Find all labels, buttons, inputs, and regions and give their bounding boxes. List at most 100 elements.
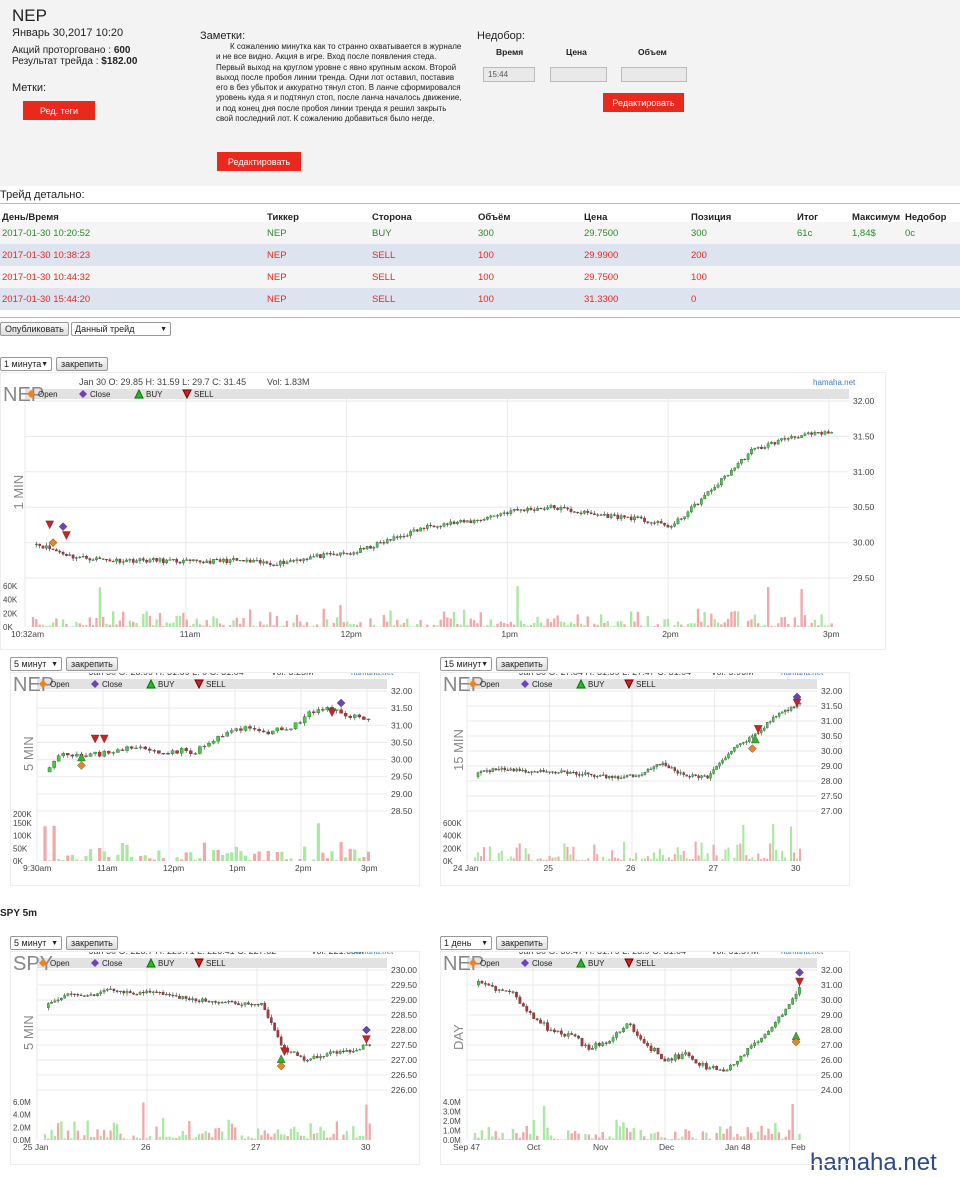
volume-bar bbox=[596, 854, 598, 861]
candle bbox=[503, 510, 505, 516]
candle bbox=[363, 547, 365, 550]
volume-bar bbox=[697, 609, 699, 627]
candle bbox=[633, 1023, 635, 1033]
volume-bar bbox=[383, 615, 385, 627]
volume-bar bbox=[96, 1129, 98, 1140]
legend-sell-label: SELL bbox=[636, 680, 656, 689]
pin-button[interactable]: закрепить bbox=[56, 357, 108, 371]
candle bbox=[680, 518, 682, 520]
edit-tags-button[interactable]: Ред. теги bbox=[23, 101, 95, 120]
volume-bar bbox=[359, 1136, 361, 1140]
candle bbox=[409, 529, 411, 538]
volume-bar bbox=[726, 1129, 728, 1140]
candle bbox=[683, 772, 685, 778]
volume-bar bbox=[603, 623, 605, 627]
volume-bar bbox=[489, 846, 491, 861]
volume-bar bbox=[593, 624, 595, 627]
candle bbox=[522, 1002, 524, 1007]
candle bbox=[82, 554, 84, 558]
y-tick-label: 29.50 bbox=[391, 772, 413, 782]
chart-c1[interactable]: 32.0031.5031.0030.5030.0029.5010:32am11a… bbox=[0, 372, 886, 650]
volume-bar bbox=[122, 612, 124, 627]
candle bbox=[512, 990, 514, 994]
volume-bar bbox=[774, 626, 776, 627]
shortfall-time-input[interactable]: 15:44 bbox=[483, 67, 535, 82]
candle bbox=[532, 1012, 534, 1019]
volume-bar bbox=[129, 1139, 131, 1140]
candle bbox=[153, 749, 156, 754]
candle bbox=[646, 1041, 648, 1048]
candle bbox=[142, 990, 144, 996]
edit-notes-button[interactable]: Редактировать bbox=[217, 152, 301, 171]
period-select[interactable]: 5 минут▼ bbox=[10, 657, 62, 671]
volume-bar bbox=[760, 1126, 762, 1140]
candle bbox=[613, 512, 615, 516]
candle bbox=[686, 775, 688, 777]
candle bbox=[456, 521, 458, 525]
period-value: 5 минут bbox=[14, 938, 46, 948]
candle bbox=[674, 767, 676, 774]
volume-bar bbox=[563, 622, 565, 627]
shortfall-volume-input[interactable] bbox=[621, 67, 687, 82]
volume-bar bbox=[564, 1139, 566, 1140]
shortfall-price-input[interactable] bbox=[550, 67, 607, 82]
candle bbox=[70, 991, 72, 997]
volume-bar bbox=[102, 617, 104, 627]
volume-bar bbox=[646, 1139, 648, 1140]
candle bbox=[359, 545, 361, 552]
candle bbox=[490, 515, 492, 520]
y-tick-label: 30.50 bbox=[853, 502, 875, 512]
volume-bar bbox=[553, 618, 555, 627]
pin-button[interactable]: закрепить bbox=[496, 936, 548, 950]
volume-bar bbox=[239, 851, 242, 861]
legend-buy-icon: BUY bbox=[577, 959, 605, 968]
candle bbox=[719, 1069, 721, 1071]
edit-shortfall-button[interactable]: Редактировать bbox=[603, 93, 684, 112]
candle bbox=[323, 551, 325, 559]
chart-c2[interactable]: 32.0031.5031.0030.5030.0029.5029.0028.50… bbox=[10, 672, 420, 886]
period-select[interactable]: 15 минут▼ bbox=[440, 657, 492, 671]
volume-bar bbox=[90, 1137, 92, 1140]
candle bbox=[96, 993, 98, 997]
pin-button[interactable]: закрепить bbox=[66, 657, 118, 671]
period-select[interactable]: 1 минута▼ bbox=[0, 357, 52, 371]
period-select[interactable]: 1 день▼ bbox=[440, 936, 492, 950]
candle bbox=[383, 540, 385, 545]
chart-c4[interactable]: 230.00229.50229.00228.50228.00227.50227.… bbox=[10, 951, 420, 1165]
chart-c5[interactable]: 32.0031.0030.0029.0028.0027.0026.0025.00… bbox=[440, 951, 850, 1165]
volume-bar bbox=[595, 1135, 597, 1140]
candle bbox=[695, 1059, 697, 1063]
candle bbox=[560, 505, 562, 512]
y-tick-label: 226.50 bbox=[391, 1070, 417, 1080]
volume-bar bbox=[733, 1137, 735, 1140]
pin-button[interactable]: закрепить bbox=[496, 657, 548, 671]
candle bbox=[148, 747, 151, 753]
publish-button[interactable]: Опубликовать bbox=[0, 322, 69, 336]
candle bbox=[344, 711, 347, 719]
volume-bar bbox=[667, 1139, 669, 1140]
chart-c3[interactable]: 32.0031.5031.0030.5030.0029.0028.0027.50… bbox=[440, 672, 850, 886]
candle bbox=[764, 445, 766, 449]
candle bbox=[595, 1041, 597, 1051]
volume-bar bbox=[600, 614, 602, 627]
volume-bar bbox=[280, 1134, 282, 1140]
volume-bar bbox=[490, 619, 492, 627]
y-tick-label: 27.00 bbox=[821, 806, 843, 816]
candle bbox=[754, 448, 756, 451]
volume-bar bbox=[367, 852, 370, 861]
candle bbox=[698, 1062, 700, 1068]
period-select[interactable]: 5 минут▼ bbox=[10, 936, 62, 950]
legend-sell-icon: SELL bbox=[195, 680, 226, 689]
volume-bar bbox=[100, 1136, 102, 1140]
trade-scope-select[interactable]: Данный трейд▼ bbox=[71, 322, 171, 336]
candle bbox=[560, 1028, 562, 1037]
volume-bar bbox=[751, 857, 753, 861]
candle bbox=[306, 1059, 308, 1063]
candle bbox=[522, 768, 524, 772]
volume-bar bbox=[760, 626, 762, 627]
pin-button[interactable]: закрепить bbox=[66, 936, 118, 950]
candle bbox=[670, 525, 672, 530]
volume-bar bbox=[657, 624, 659, 627]
candle bbox=[564, 1033, 566, 1038]
candle bbox=[496, 514, 498, 519]
